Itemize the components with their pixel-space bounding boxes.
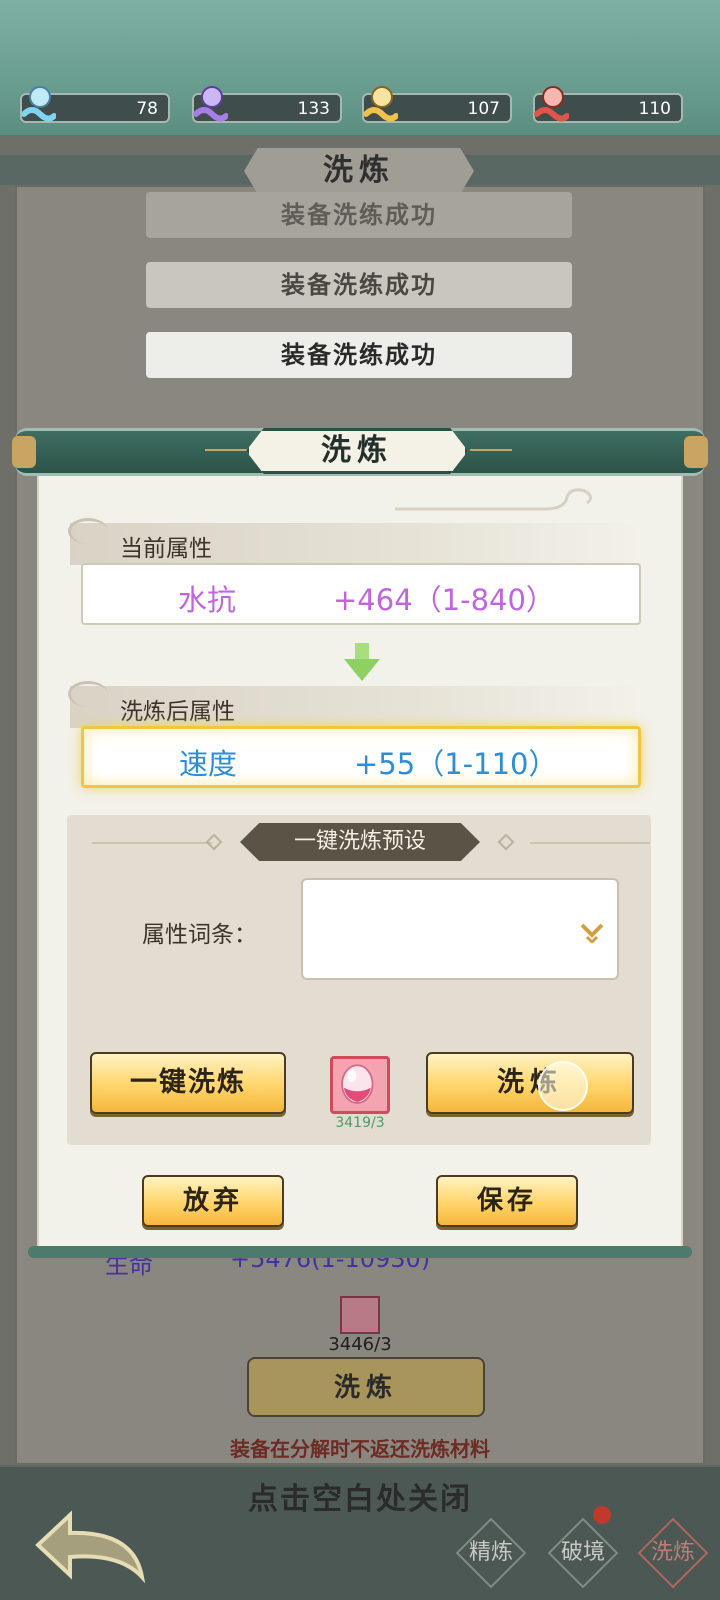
- toast-message: 装备洗练成功: [146, 332, 572, 378]
- property-select[interactable]: [301, 878, 619, 980]
- chevron-down-icon[interactable]: [579, 917, 605, 943]
- current-attr-name: 水抗: [178, 583, 237, 617]
- after-attr-box: 速度 +55（1-110）: [81, 726, 641, 788]
- blue-spirit-icon: [21, 86, 56, 122]
- cloud-icon: [68, 518, 108, 544]
- modal-bottom-rod: [28, 1246, 692, 1258]
- toast-message: 装备洗练成功: [146, 262, 572, 308]
- cloud-decoration-icon: [395, 488, 592, 511]
- tab-breakthrough[interactable]: 破境: [540, 1506, 626, 1596]
- divider: [92, 842, 212, 844]
- divider: [530, 842, 650, 844]
- red-spirit-icon: [534, 86, 569, 122]
- pink-egg-icon: [341, 1064, 374, 1104]
- background-material-icon: [340, 1296, 380, 1334]
- tab-refine[interactable]: 精炼: [448, 1510, 534, 1596]
- rod-cap: [12, 436, 36, 468]
- save-button[interactable]: 保存: [436, 1175, 578, 1227]
- after-attr-label: 洗炼后属性: [70, 686, 640, 728]
- rod-ornament: [205, 449, 247, 451]
- property-label: 属性词条：: [142, 922, 257, 948]
- background-title: 洗炼: [244, 148, 474, 194]
- red-dot-badge: [593, 1506, 611, 1524]
- background-wash-button[interactable]: 洗炼: [247, 1357, 485, 1417]
- preset-title: 一键洗炼预设: [240, 823, 480, 861]
- wash-button[interactable]: 洗炼: [426, 1052, 634, 1114]
- tab-wash[interactable]: 洗炼: [630, 1510, 716, 1596]
- background-material-count: 3446/3: [328, 1334, 392, 1355]
- rod-ornament: [470, 449, 512, 451]
- material-count: 3419/3: [335, 1115, 385, 1131]
- toast-message: 装备洗练成功: [146, 192, 572, 238]
- after-attr-value: +55（1-110）: [354, 747, 558, 781]
- after-attr-name: 速度: [179, 747, 238, 781]
- current-attr-value: +464（1-840）: [333, 583, 555, 617]
- back-arrow-icon[interactable]: [30, 1503, 160, 1588]
- down-arrow-icon: [344, 643, 380, 681]
- material-slot[interactable]: [330, 1056, 390, 1114]
- purple-spirit-icon: [193, 86, 228, 122]
- current-attr-box: 水抗 +464（1-840）: [81, 563, 641, 625]
- one-click-wash-button[interactable]: 一键洗炼: [90, 1052, 286, 1114]
- cloud-icon: [68, 681, 108, 707]
- modal-title: 洗炼: [246, 428, 468, 474]
- current-attr-label: 当前属性: [70, 523, 640, 565]
- gold-spirit-icon: [363, 86, 398, 122]
- background-note: 装备在分解时不返还洗炼材料: [230, 1437, 490, 1461]
- abandon-button[interactable]: 放弃: [142, 1175, 284, 1227]
- rod-cap: [684, 436, 708, 468]
- tap-indicator: [538, 1061, 588, 1111]
